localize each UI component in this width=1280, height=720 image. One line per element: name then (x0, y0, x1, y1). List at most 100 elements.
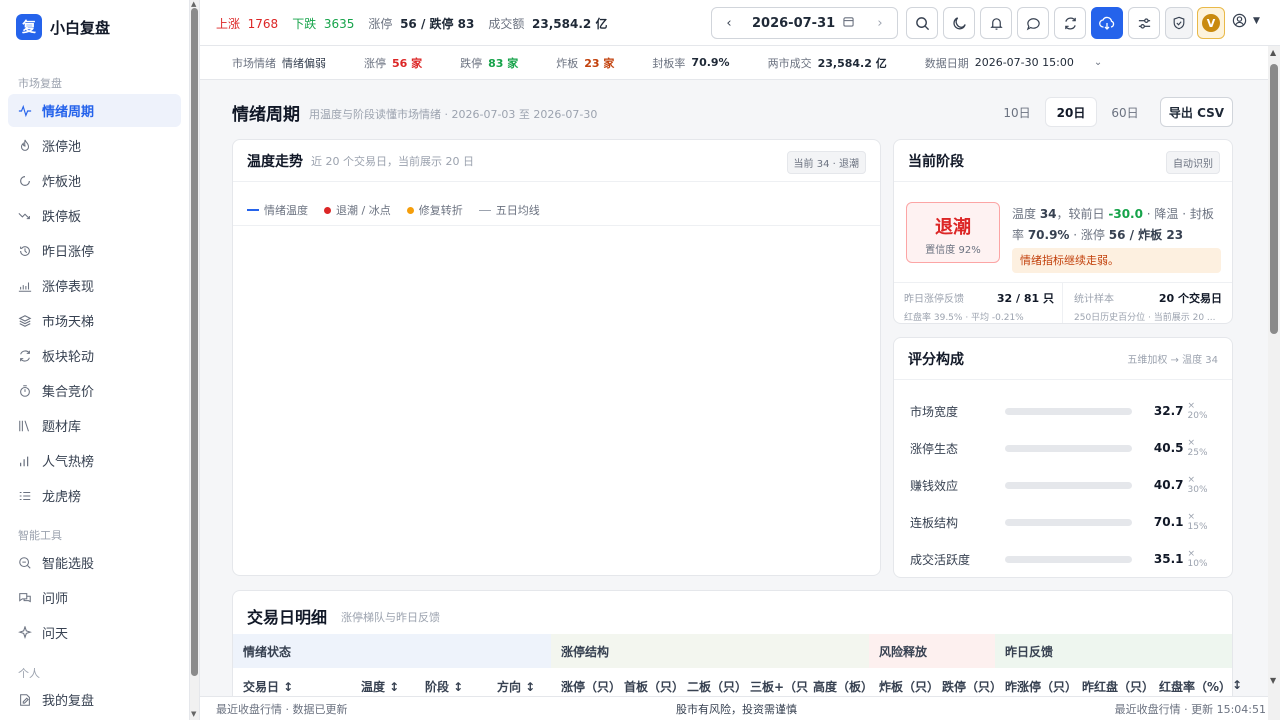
stage-description: 温度 34，较前日 -30.0 · 降温 · 封板率 70.9% · 涨停 56… (1012, 204, 1224, 246)
notifications-button[interactable] (980, 7, 1012, 39)
column-header[interactable]: 跌停（只） (942, 678, 1002, 695)
stage-warning: 情绪指标继续走弱。 (1012, 248, 1221, 273)
main-scroll-down[interactable]: ▼ (1270, 676, 1276, 685)
date-picker[interactable]: ‹ 2026-07-31 › (711, 7, 898, 39)
sidebar-item-5[interactable]: 涨停表现 (8, 269, 181, 302)
score-row: 涨停生态 40.5 × 25% (910, 438, 1217, 458)
settings-button[interactable] (1128, 7, 1160, 39)
search-button[interactable] (906, 7, 938, 39)
score-weight: × 20% (1187, 401, 1208, 421)
app-logo[interactable]: 复 小白复盘 (16, 14, 110, 40)
group-limit-structure: 涨停结构 (551, 634, 869, 668)
sidebar-item-9[interactable]: 题材库 (8, 409, 181, 442)
stage-name: 退潮 (935, 217, 971, 238)
current-date[interactable]: 2026-07-31 (746, 16, 843, 31)
legend-ebb[interactable]: 退潮 / 冰点 (324, 202, 391, 218)
sidebar-item-0[interactable]: 情绪周期 (8, 94, 181, 127)
down-label: 下跌 (292, 17, 317, 31)
calendar-icon[interactable] (843, 16, 863, 30)
column-header[interactable]: 涨停（只） (561, 678, 621, 695)
sidebar-item-2[interactable]: 炸板池 (8, 164, 181, 197)
vip-badge[interactable]: V (1197, 7, 1225, 39)
sidebar-item-12[interactable]: 智能选股 (8, 546, 181, 579)
nav-group-personal: 个人 (18, 667, 40, 680)
circle-break-icon (18, 174, 32, 188)
sidebar-item-13[interactable]: 问师 (8, 581, 181, 614)
user-menu[interactable]: ▼ (1232, 13, 1260, 28)
column-header[interactable]: 红盘率（%） (1159, 678, 1231, 695)
sidebar-item-7[interactable]: 板块轮动 (8, 339, 181, 372)
expand-chevron-icon[interactable]: ⌄ (1094, 57, 1102, 68)
column-header[interactable]: 昨红盘（只） (1082, 678, 1154, 695)
cloud-sync-button[interactable] (1091, 7, 1123, 39)
next-date-button[interactable]: › (863, 16, 897, 31)
column-header[interactable]: 首板（只） (624, 678, 684, 695)
theme-toggle-button[interactable] (943, 7, 975, 39)
column-header[interactable]: 方向 ↕ (497, 678, 535, 695)
column-header[interactable]: 高度（板） (813, 678, 873, 695)
sidebar-item-label: 智能选股 (42, 557, 95, 572)
down-value: 3635 (323, 17, 355, 31)
sidebar-item-3[interactable]: 跌停板 (8, 199, 181, 232)
range-20d[interactable]: 20日 (1045, 97, 1097, 127)
range-60d[interactable]: 60日 (1099, 97, 1151, 127)
sliders-icon (1138, 17, 1150, 29)
sidebar-item-10[interactable]: 人气热榜 (8, 444, 181, 477)
sidebar-item-6[interactable]: 市场天梯 (8, 304, 181, 337)
sidebar-item-15[interactable]: 我的复盘 (8, 683, 181, 716)
sidebar-item-14[interactable]: 问天 (8, 616, 181, 649)
sidebar-item-8[interactable]: 集合竞价 (8, 374, 181, 407)
export-csv-button[interactable]: 导出 CSV (1160, 97, 1233, 127)
shield-button[interactable] (1165, 7, 1193, 39)
flame-icon (18, 139, 32, 153)
score-label: 市场宽度 (910, 404, 959, 419)
zb-value: 23 家 (584, 56, 615, 70)
chart-line-icon (18, 279, 32, 293)
column-header[interactable]: 交易日 ↕ (243, 678, 293, 695)
zb-key: 炸板 (556, 56, 579, 70)
column-header[interactable]: 三板+（只 (750, 678, 808, 695)
desc-mid3: · 涨停 (1069, 228, 1109, 242)
stage-divider (894, 282, 1232, 283)
sidebar-item-4[interactable]: 昨日涨停 (8, 234, 181, 267)
legend-temperature[interactable]: 情绪温度 (247, 202, 308, 218)
refresh-button[interactable] (1054, 7, 1086, 39)
range-10d[interactable]: 10日 (991, 97, 1043, 127)
prev-date-button[interactable]: ‹ (712, 16, 746, 31)
legend-ma5[interactable]: 五日均线 (478, 202, 540, 218)
main-scrollbar[interactable]: ▲ ▼ (1268, 46, 1280, 720)
main-scroll-up[interactable]: ▲ (1270, 48, 1276, 57)
column-header[interactable]: 二板（只） (687, 678, 747, 695)
sidebar-scroll-thumb[interactable] (191, 8, 198, 676)
legend-line-gray (478, 209, 491, 211)
desc-fb: 70.9% (1027, 228, 1070, 242)
cloud-download-icon (1099, 16, 1115, 30)
scroll-up-arrow[interactable]: ▲ (191, 0, 196, 8)
score-value: 32.7 (1153, 404, 1184, 418)
market-ticker: 上涨 1768 下跌 3635 涨停 56 / 跌停 83 成交额 23,584… (216, 15, 607, 32)
fb-key: 封板率 (652, 56, 686, 70)
messages-button[interactable] (1017, 7, 1049, 39)
sidebar-item-label: 跌停板 (42, 210, 82, 225)
score-weight: × 15% (1187, 512, 1208, 532)
column-header[interactable]: 温度 ↕ (361, 678, 399, 695)
dt-value: 83 家 (488, 56, 519, 70)
sidebar-item-11[interactable]: 龙虎榜 (8, 479, 181, 512)
sidebar-scrollbar[interactable]: ▲ ▼ (190, 0, 200, 720)
score-label: 成交活跃度 (910, 552, 971, 567)
table-subtitle: 涨停梯队与昨日反馈 (341, 611, 440, 624)
main-scroll-thumb[interactable] (1270, 64, 1278, 334)
legend-repair[interactable]: 修复转折 (406, 202, 463, 218)
stat1-key: 昨日涨停反馈 (904, 294, 964, 305)
desc-temp: 34 (1039, 207, 1057, 221)
score-composition-card: 评分构成 五维加权 → 温度 34 市场宽度 32.7 × 20% 涨停生态 40.5 ×… (893, 337, 1233, 578)
turnover-label: 成交额 (488, 17, 525, 31)
column-header[interactable]: 炸板（只） (879, 678, 939, 695)
sidebar-item-1[interactable]: 涨停池 (8, 129, 181, 162)
scroll-down-arrow[interactable]: ▼ (191, 710, 196, 718)
dt-key: 跌停 (460, 56, 483, 70)
column-header[interactable]: ↕ (1232, 678, 1242, 692)
column-header[interactable]: 阶段 ↕ (425, 678, 463, 695)
column-header[interactable]: 昨涨停（只） (1005, 678, 1077, 695)
group-risk-release: 风险释放 (869, 634, 995, 668)
